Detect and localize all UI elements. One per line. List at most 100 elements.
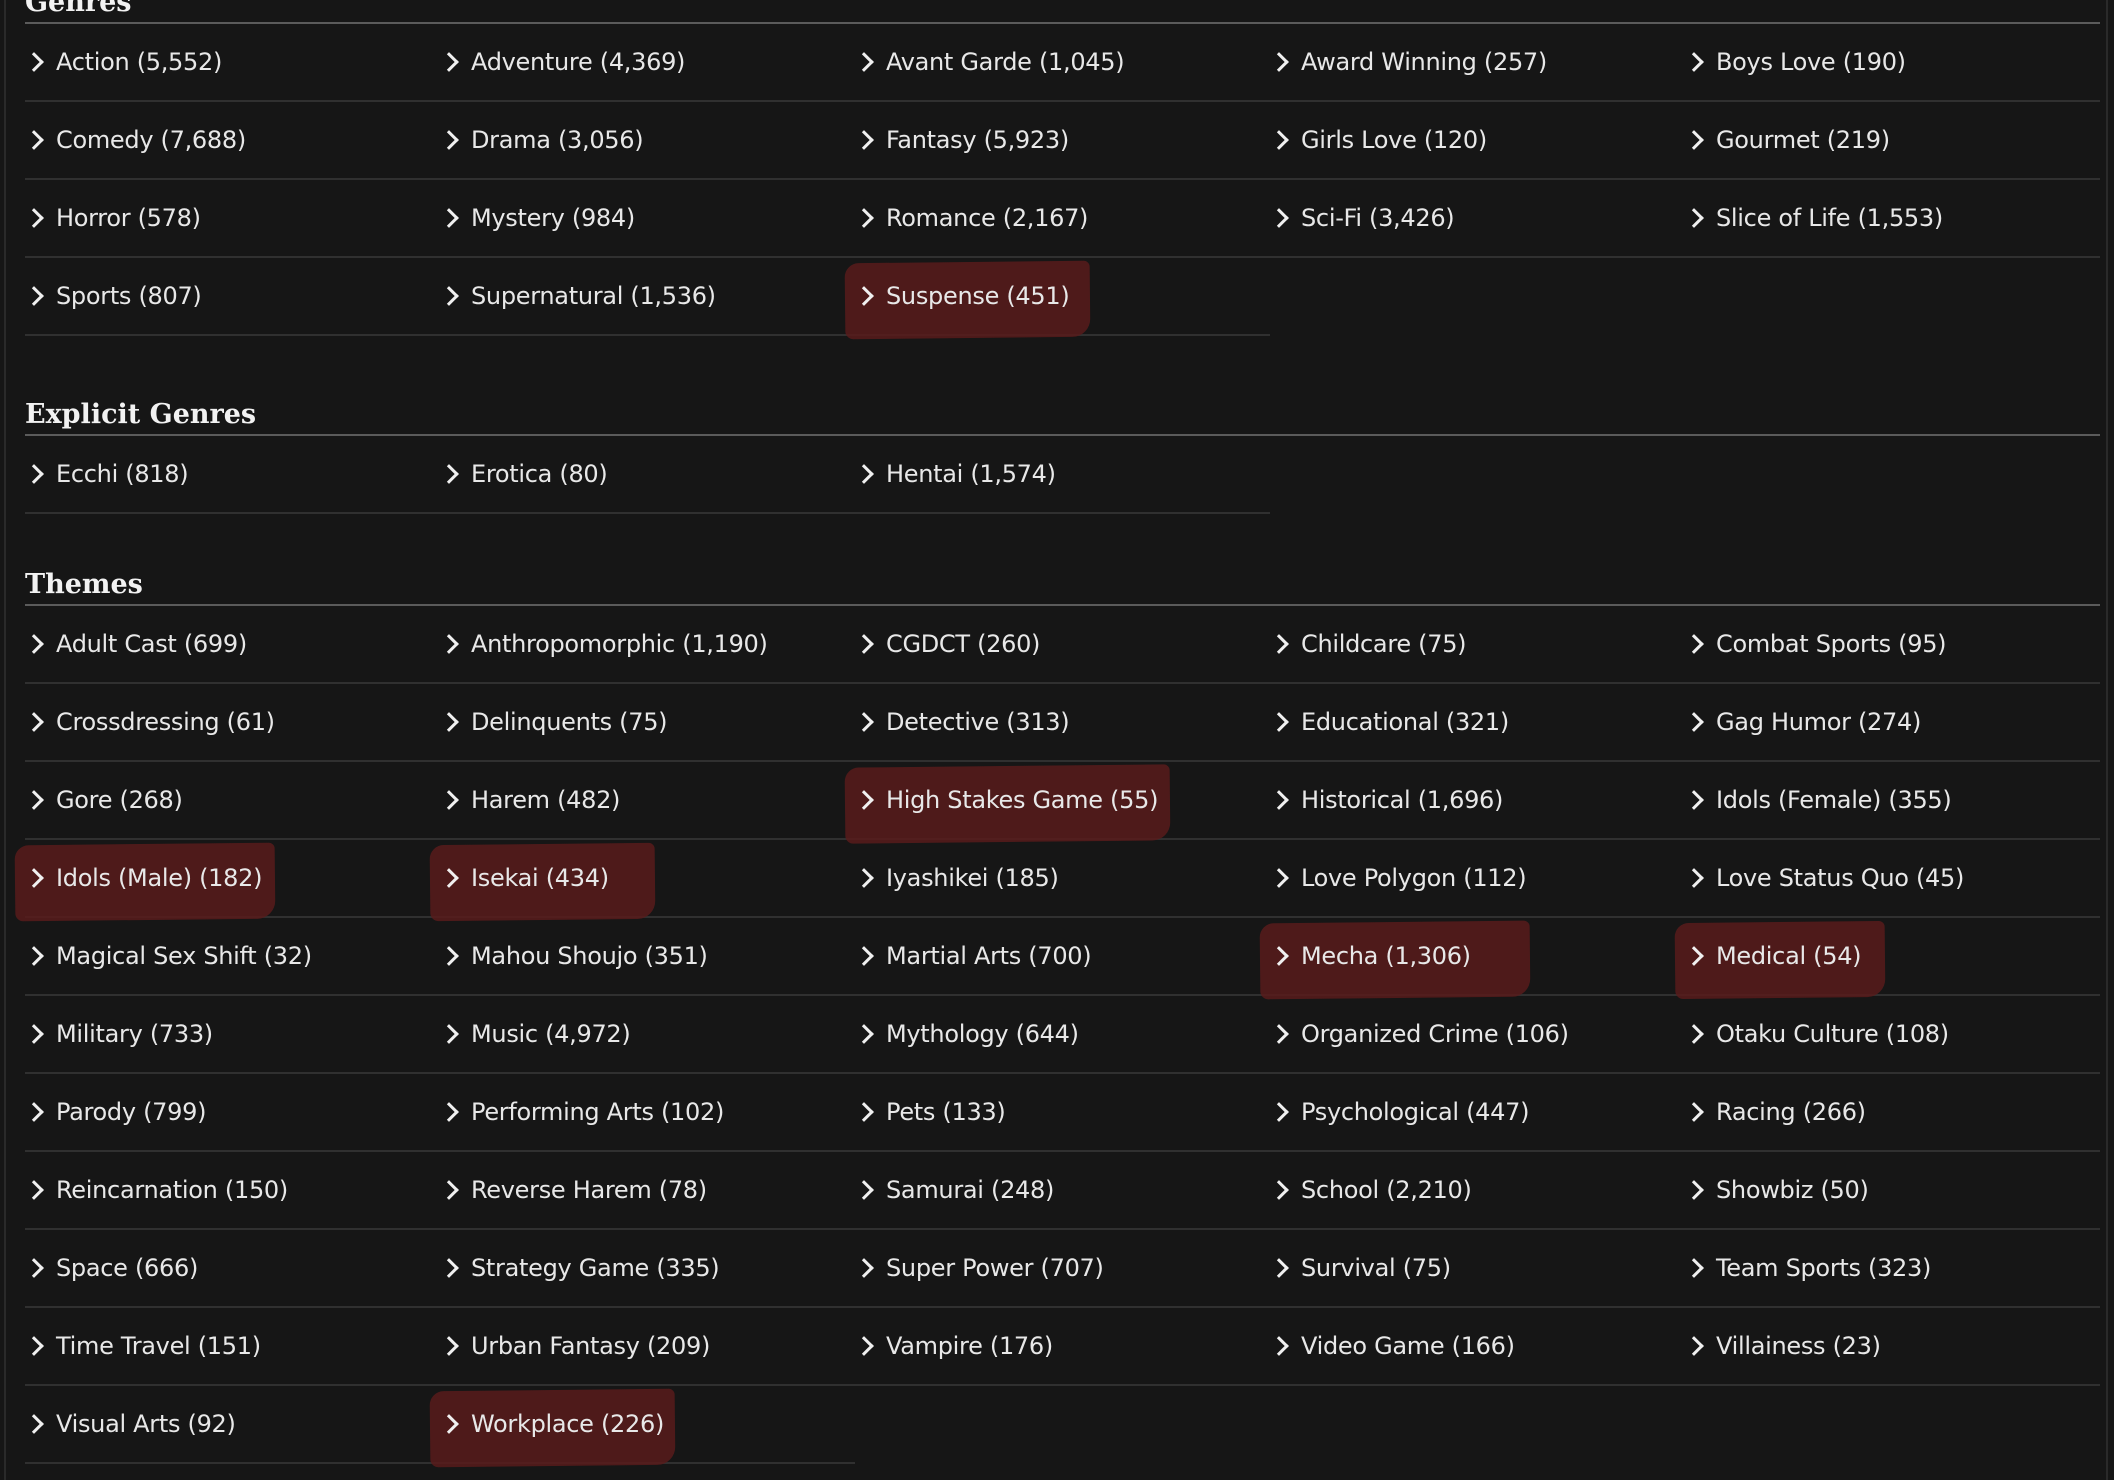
genre-link[interactable]: Iyashikei (185) xyxy=(854,858,1059,898)
genre-link[interactable]: Childcare (75) xyxy=(1269,624,1467,664)
genre-link-item[interactable]: Team Sports (323) xyxy=(1684,1230,2100,1308)
genre-link[interactable]: Fantasy (5,923) xyxy=(854,120,1069,160)
genre-link-item[interactable]: Drama (3,056) xyxy=(439,102,855,180)
genre-link-item[interactable]: Hentai (1,574) xyxy=(854,436,1270,514)
genre-link-item[interactable]: Girls Love (120) xyxy=(1269,102,1685,180)
genre-link-item[interactable]: Space (666) xyxy=(24,1230,440,1308)
genre-link[interactable]: Combat Sports (95) xyxy=(1684,624,1947,664)
genre-link[interactable]: Pets (133) xyxy=(854,1092,1006,1132)
genre-link-item[interactable]: Medical (54) xyxy=(1674,918,2100,1000)
genre-link-item[interactable]: CGDCT (260) xyxy=(854,606,1270,684)
genre-link[interactable]: Villainess (23) xyxy=(1684,1326,1881,1366)
genre-link-item[interactable]: Combat Sports (95) xyxy=(1684,606,2100,684)
genre-link-item[interactable]: Supernatural (1,536) xyxy=(439,258,855,336)
genre-link-item[interactable]: Sports (807) xyxy=(24,258,440,336)
genre-link-item[interactable]: Idols (Male) (182) xyxy=(14,840,440,922)
genre-link[interactable]: Anthropomorphic (1,190) xyxy=(439,624,768,664)
genre-link[interactable]: Adult Cast (699) xyxy=(24,624,247,664)
genre-link[interactable]: Ecchi (818) xyxy=(24,454,189,494)
genre-link-item[interactable]: Detective (313) xyxy=(854,684,1270,762)
genre-link-item[interactable]: Psychological (447) xyxy=(1269,1074,1685,1152)
genre-link-item[interactable]: Suspense (451) xyxy=(844,258,1270,340)
genre-link[interactable]: Vampire (176) xyxy=(854,1326,1053,1366)
genre-link-item[interactable]: Harem (482) xyxy=(439,762,855,840)
genre-link[interactable]: Crossdressing (61) xyxy=(24,702,275,742)
genre-link[interactable]: Performing Arts (102) xyxy=(439,1092,724,1132)
genre-link[interactable]: Music (4,972) xyxy=(439,1014,631,1054)
genre-link[interactable]: Strategy Game (335) xyxy=(439,1248,720,1288)
genre-link[interactable]: Military (733) xyxy=(24,1014,213,1054)
genre-link-item[interactable]: Adult Cast (699) xyxy=(24,606,440,684)
genre-link-item[interactable]: Mahou Shoujo (351) xyxy=(439,918,855,996)
genre-link[interactable]: Idols (Female) (355) xyxy=(1684,780,1952,820)
genre-link[interactable]: School (2,210) xyxy=(1269,1170,1472,1210)
genre-link[interactable]: Harem (482) xyxy=(439,780,620,820)
genre-link-item[interactable]: Adventure (4,369) xyxy=(439,24,855,102)
genre-link-item[interactable]: Gourmet (219) xyxy=(1684,102,2100,180)
genre-link-item[interactable]: Erotica (80) xyxy=(439,436,855,514)
genre-link[interactable]: Suspense (451) xyxy=(854,276,1070,316)
genre-link[interactable]: Workplace (226) xyxy=(439,1404,664,1444)
genre-link[interactable]: Supernatural (1,536) xyxy=(439,276,716,316)
genre-link-item[interactable]: Fantasy (5,923) xyxy=(854,102,1270,180)
genre-link-item[interactable]: Villainess (23) xyxy=(1684,1308,2100,1386)
genre-link-item[interactable]: Award Winning (257) xyxy=(1269,24,1685,102)
genre-link[interactable]: Historical (1,696) xyxy=(1269,780,1503,820)
genre-link-item[interactable]: Boys Love (190) xyxy=(1684,24,2100,102)
genre-link[interactable]: Mahou Shoujo (351) xyxy=(439,936,708,976)
genre-link[interactable]: Urban Fantasy (209) xyxy=(439,1326,710,1366)
genre-link-item[interactable]: Sci-Fi (3,426) xyxy=(1269,180,1685,258)
genre-link-item[interactable]: Idols (Female) (355) xyxy=(1684,762,2100,840)
genre-link-item[interactable]: Comedy (7,688) xyxy=(24,102,440,180)
genre-link-item[interactable]: Pets (133) xyxy=(854,1074,1270,1152)
genre-link-item[interactable]: Reverse Harem (78) xyxy=(439,1152,855,1230)
genre-link-item[interactable]: Romance (2,167) xyxy=(854,180,1270,258)
genre-link[interactable]: Racing (266) xyxy=(1684,1092,1866,1132)
genre-link[interactable]: Organized Crime (106) xyxy=(1269,1014,1569,1054)
genre-link[interactable]: Gourmet (219) xyxy=(1684,120,1890,160)
genre-link-item[interactable]: Mecha (1,306) xyxy=(1259,918,1685,1000)
genre-link-item[interactable]: Showbiz (50) xyxy=(1684,1152,2100,1230)
genre-link[interactable]: Showbiz (50) xyxy=(1684,1170,1869,1210)
genre-link-item[interactable]: Martial Arts (700) xyxy=(854,918,1270,996)
genre-link-item[interactable]: Gag Humor (274) xyxy=(1684,684,2100,762)
genre-link[interactable]: Adventure (4,369) xyxy=(439,42,685,82)
genre-link-item[interactable]: Samurai (248) xyxy=(854,1152,1270,1230)
genre-link-item[interactable]: Action (5,552) xyxy=(24,24,440,102)
genre-link[interactable]: Samurai (248) xyxy=(854,1170,1054,1210)
genre-link[interactable]: Otaku Culture (108) xyxy=(1684,1014,1949,1054)
genre-link[interactable]: Girls Love (120) xyxy=(1269,120,1487,160)
genre-link-item[interactable]: Horror (578) xyxy=(24,180,440,258)
genre-link[interactable]: Martial Arts (700) xyxy=(854,936,1092,976)
genre-link[interactable]: Time Travel (151) xyxy=(24,1326,261,1366)
genre-link[interactable]: High Stakes Game (55) xyxy=(854,780,1158,820)
genre-link[interactable]: Psychological (447) xyxy=(1269,1092,1529,1132)
genre-link-item[interactable]: Educational (321) xyxy=(1269,684,1685,762)
genre-link[interactable]: Super Power (707) xyxy=(854,1248,1104,1288)
genre-link[interactable]: Erotica (80) xyxy=(439,454,608,494)
genre-link-item[interactable]: Ecchi (818) xyxy=(24,436,440,514)
genre-link[interactable]: Delinquents (75) xyxy=(439,702,668,742)
genre-link[interactable]: Mystery (984) xyxy=(439,198,635,238)
genre-link[interactable]: Medical (54) xyxy=(1684,936,1862,976)
genre-link-item[interactable]: Reincarnation (150) xyxy=(24,1152,440,1230)
genre-link-item[interactable]: School (2,210) xyxy=(1269,1152,1685,1230)
genre-link[interactable]: Survival (75) xyxy=(1269,1248,1451,1288)
genre-link-item[interactable]: Urban Fantasy (209) xyxy=(439,1308,855,1386)
genre-link[interactable]: Space (666) xyxy=(24,1248,198,1288)
genre-link-item[interactable]: Isekai (434) xyxy=(429,840,855,922)
genre-link-item[interactable]: Mythology (644) xyxy=(854,996,1270,1074)
genre-link-item[interactable]: Crossdressing (61) xyxy=(24,684,440,762)
genre-link[interactable]: Reverse Harem (78) xyxy=(439,1170,707,1210)
genre-link[interactable]: Gag Humor (274) xyxy=(1684,702,1921,742)
genre-link[interactable]: Visual Arts (92) xyxy=(24,1404,236,1444)
genre-link[interactable]: Comedy (7,688) xyxy=(24,120,246,160)
genre-link-item[interactable]: High Stakes Game (55) xyxy=(844,762,1270,844)
genre-link-item[interactable]: Vampire (176) xyxy=(854,1308,1270,1386)
genre-link-item[interactable]: Avant Garde (1,045) xyxy=(854,24,1270,102)
genre-link-item[interactable]: Workplace (226) xyxy=(429,1386,855,1468)
genre-link[interactable]: Avant Garde (1,045) xyxy=(854,42,1125,82)
genre-link[interactable]: Drama (3,056) xyxy=(439,120,644,160)
genre-link-item[interactable]: Performing Arts (102) xyxy=(439,1074,855,1152)
genre-link-item[interactable]: Visual Arts (92) xyxy=(24,1386,440,1464)
